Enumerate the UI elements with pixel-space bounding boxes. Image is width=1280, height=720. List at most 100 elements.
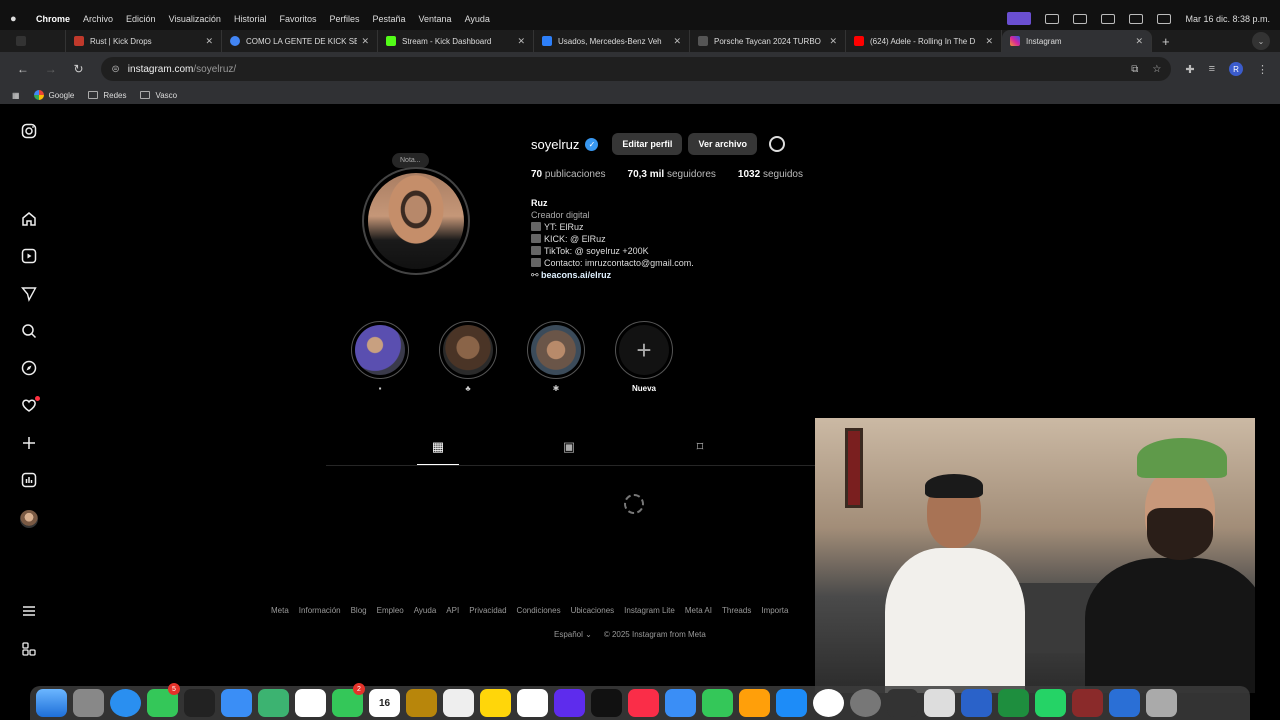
footer-link[interactable]: Blog <box>351 606 367 615</box>
profile-note[interactable]: Nota... <box>392 153 429 168</box>
new-tab-icon[interactable]: + <box>1162 34 1170 49</box>
freeform-icon[interactable] <box>517 689 548 717</box>
battery-icon[interactable] <box>1073 13 1088 24</box>
screen-share-icon[interactable] <box>1007 12 1032 25</box>
close-tab-icon[interactable]: ✕ <box>1135 36 1143 47</box>
profile-nav-avatar[interactable] <box>20 510 38 528</box>
search-icon[interactable] <box>20 323 38 341</box>
terminal-icon[interactable] <box>184 689 215 717</box>
close-tab-icon[interactable]: ✕ <box>673 36 681 47</box>
menu-favoritos[interactable]: Favoritos <box>279 14 316 24</box>
reminders-icon[interactable] <box>443 689 474 717</box>
bookmark-vasco[interactable]: Vasco <box>140 91 177 100</box>
apps-icon[interactable]: ▦ <box>12 91 20 100</box>
whatsapp-icon[interactable] <box>1035 689 1066 717</box>
reels-icon[interactable] <box>20 248 38 266</box>
extensions-icon[interactable]: ✚ <box>1185 63 1194 76</box>
menu-perfiles[interactable]: Perfiles <box>329 14 359 24</box>
footer-link[interactable]: Instagram Lite <box>624 606 675 615</box>
apple-icon[interactable]: ● <box>10 13 24 25</box>
highlight-item[interactable]: ♣ <box>439 321 497 394</box>
settings-gear-icon[interactable] <box>768 136 785 152</box>
menu-archivo[interactable]: Archivo <box>83 14 113 24</box>
menu-ventana[interactable]: Ventana <box>419 14 452 24</box>
system-settings-icon[interactable] <box>850 689 881 717</box>
close-tab-icon[interactable]: ✕ <box>829 36 837 47</box>
menu-app-name[interactable]: Chrome <box>36 14 70 24</box>
grid-icon[interactable]: ▦ <box>417 439 459 465</box>
footer-link[interactable]: Condiciones <box>517 606 561 615</box>
browser-tab[interactable]: Stream - Kick Dashboard ✕ <box>378 30 534 52</box>
tab-group-pinned[interactable] <box>8 30 66 52</box>
saved-icon[interactable]: ⌑ <box>691 439 709 457</box>
preview-icon[interactable] <box>924 689 955 717</box>
music-icon[interactable] <box>628 689 659 717</box>
install-app-icon[interactable]: ⧉ <box>1131 64 1138 75</box>
instagram-icon[interactable] <box>20 123 38 141</box>
wifi-icon[interactable] <box>1101 13 1116 24</box>
back-icon[interactable]: ← <box>12 62 34 76</box>
view-archive-button[interactable]: Ver archivo <box>688 133 757 155</box>
messages-icon[interactable]: 5 <box>147 683 180 717</box>
edit-profile-button[interactable]: Editar perfil <box>612 133 683 155</box>
profile-picture[interactable] <box>362 167 470 275</box>
reels-tab-icon[interactable]: ▣ <box>560 439 578 457</box>
browser-tab[interactable]: Usados, Mercedes-Benz Veh ✕ <box>534 30 690 52</box>
facetime-icon[interactable]: 2 <box>332 683 365 717</box>
profile-avatar[interactable]: R <box>1229 62 1244 76</box>
menu-ayuda[interactable]: Ayuda <box>465 14 490 24</box>
footer-link[interactable]: API <box>446 606 459 615</box>
footer-link[interactable]: Threads <box>722 606 751 615</box>
chrome-menu-icon[interactable]: ⋮ <box>1257 63 1268 76</box>
menu-edicion[interactable]: Edición <box>126 14 156 24</box>
highlight-item[interactable]: ▪ <box>351 321 409 394</box>
zoom-icon[interactable] <box>961 689 992 717</box>
menu-visualizacion[interactable]: Visualización <box>169 14 221 24</box>
site-info-icon[interactable]: ⊜ <box>111 64 119 75</box>
tab-search-icon[interactable]: ⌄ <box>1252 32 1270 50</box>
home-icon[interactable] <box>20 211 38 229</box>
following-stat[interactable]: 1032 seguidos <box>738 169 803 180</box>
create-icon[interactable] <box>20 435 38 453</box>
footer-link[interactable]: Importa <box>761 606 788 615</box>
menubar-clock[interactable]: Mar 16 dic. 8:38 p.m. <box>1185 14 1270 24</box>
footer-link[interactable]: Meta AI <box>685 606 712 615</box>
app-store-icon[interactable] <box>776 689 807 717</box>
trash-icon[interactable] <box>1146 689 1177 717</box>
footer-link[interactable]: Ubicaciones <box>571 606 615 615</box>
spotlight-icon[interactable] <box>1129 13 1144 24</box>
close-tab-icon[interactable]: ✕ <box>205 36 213 47</box>
keynote-icon[interactable] <box>665 689 696 717</box>
bookmark-redes[interactable]: Redes <box>88 91 126 100</box>
pages-icon[interactable] <box>739 689 770 717</box>
play-icon[interactable] <box>1045 13 1060 24</box>
footer-link[interactable]: Ayuda <box>414 606 437 615</box>
footer-link[interactable]: Meta <box>271 606 289 615</box>
contacts-icon[interactable] <box>406 689 437 717</box>
threads-icon[interactable] <box>20 641 38 659</box>
mail-icon[interactable] <box>221 689 252 717</box>
dashboard-icon[interactable] <box>20 472 38 490</box>
media-control-icon[interactable]: ≡ <box>1209 63 1215 75</box>
new-highlight-button[interactable]: + Nueva <box>615 321 673 394</box>
browser-tab[interactable]: COMO LA GENTE DE KICK SE ✕ <box>222 30 378 52</box>
send-icon[interactable] <box>20 286 38 304</box>
menu-pestana[interactable]: Pestaña <box>372 14 405 24</box>
close-tab-icon[interactable]: ✕ <box>985 36 993 47</box>
numbers-icon[interactable] <box>702 689 733 717</box>
bookmark-star-icon[interactable]: ☆ <box>1152 64 1161 75</box>
folder-icon[interactable] <box>1109 689 1140 717</box>
footer-link[interactable]: Empleo <box>377 606 404 615</box>
browser-tab[interactable]: (624) Adele - Rolling In The D ✕ <box>846 30 1002 52</box>
reload-icon[interactable]: ↻ <box>68 62 90 76</box>
footer-link[interactable]: Información <box>299 606 341 615</box>
excel-icon[interactable] <box>998 689 1029 717</box>
photos-icon[interactable] <box>295 689 326 717</box>
app-icon[interactable] <box>1072 689 1103 717</box>
tv-icon[interactable] <box>591 689 622 717</box>
launchpad-icon[interactable] <box>73 689 104 717</box>
maps-icon[interactable] <box>258 689 289 717</box>
language-select[interactable]: Español ⌄ <box>554 630 592 639</box>
bio-link[interactable]: beacons.ai/elruz <box>541 270 611 280</box>
highlight-item[interactable]: ✱ <box>527 321 585 394</box>
